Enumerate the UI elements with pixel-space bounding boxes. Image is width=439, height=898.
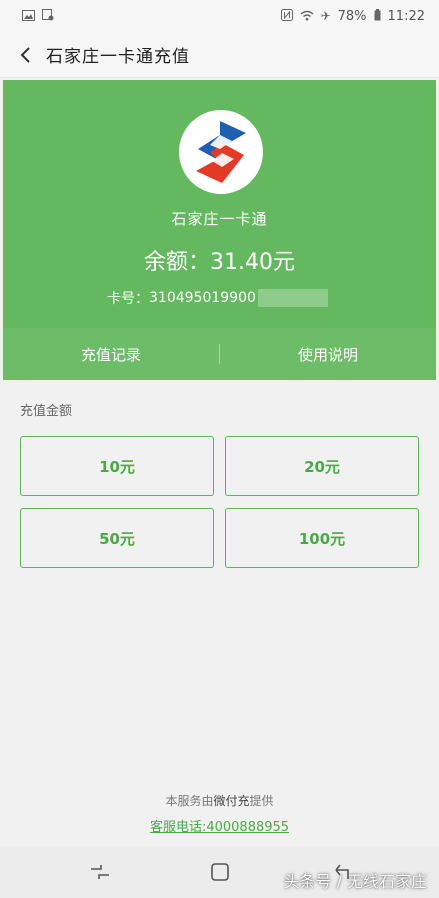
amount-option-10[interactable]: 10元 <box>20 436 214 496</box>
card-number-mask <box>257 289 328 307</box>
customer-service-hotline-link[interactable]: 客服电话:4000888955 <box>0 816 439 835</box>
clock: 11:22 <box>387 8 425 24</box>
card-panel: 石家庄一卡通 余额：31.40元 卡号： 310495019900 充值记录 使… <box>3 80 436 380</box>
battery-percent: 78% <box>337 8 367 24</box>
title-bar: 石家庄一卡通充值 <box>0 32 439 78</box>
battery-icon <box>374 9 381 23</box>
card-name: 石家庄一卡通 <box>171 210 268 228</box>
usage-guide-button[interactable]: 使用说明 <box>220 344 436 365</box>
yikatong-logo-icon <box>196 121 246 183</box>
card-number-value: 310495019900 <box>149 290 256 306</box>
home-button[interactable] <box>208 860 232 884</box>
section-label-amount: 充值金额 <box>20 404 73 419</box>
provider-prefix: 本服务由 <box>165 794 214 808</box>
amount-option-100[interactable]: 100元 <box>225 508 419 568</box>
card-number-label: 卡号： <box>107 291 149 307</box>
provider-suffix: 提供 <box>249 794 274 808</box>
airplane-mode-icon: ✈ <box>320 9 331 23</box>
watermark-text: 头条号 / 无线石家庄 <box>283 872 427 891</box>
provider-name: 微付充 <box>213 794 250 808</box>
recent-apps-button[interactable] <box>88 860 112 884</box>
screenshot-notification-icon <box>42 9 54 23</box>
card-logo <box>179 110 263 194</box>
back-button[interactable] <box>12 41 40 69</box>
card-number: 卡号： 310495019900 <box>107 288 328 308</box>
amount-option-20[interactable]: 20元 <box>225 436 419 496</box>
nfc-icon <box>280 9 293 23</box>
home-icon <box>211 863 229 881</box>
chevron-left-icon <box>20 46 30 63</box>
card-balance: 余额：31.40元 <box>144 250 295 275</box>
recharge-records-button[interactable]: 充值记录 <box>3 344 219 365</box>
gallery-notification-icon <box>22 9 35 23</box>
provider-note: 本服务由微付充提供 <box>0 792 439 809</box>
recent-apps-icon <box>91 865 109 879</box>
card-actions: 充值记录 使用说明 <box>3 328 436 380</box>
status-left <box>22 9 54 23</box>
wifi-icon <box>300 10 314 23</box>
status-right: ✈ 78% 11:22 <box>280 8 425 24</box>
status-bar: ✈ 78% 11:22 <box>0 0 439 32</box>
page-title: 石家庄一卡通充值 <box>46 47 190 67</box>
amount-option-50[interactable]: 50元 <box>20 508 214 568</box>
